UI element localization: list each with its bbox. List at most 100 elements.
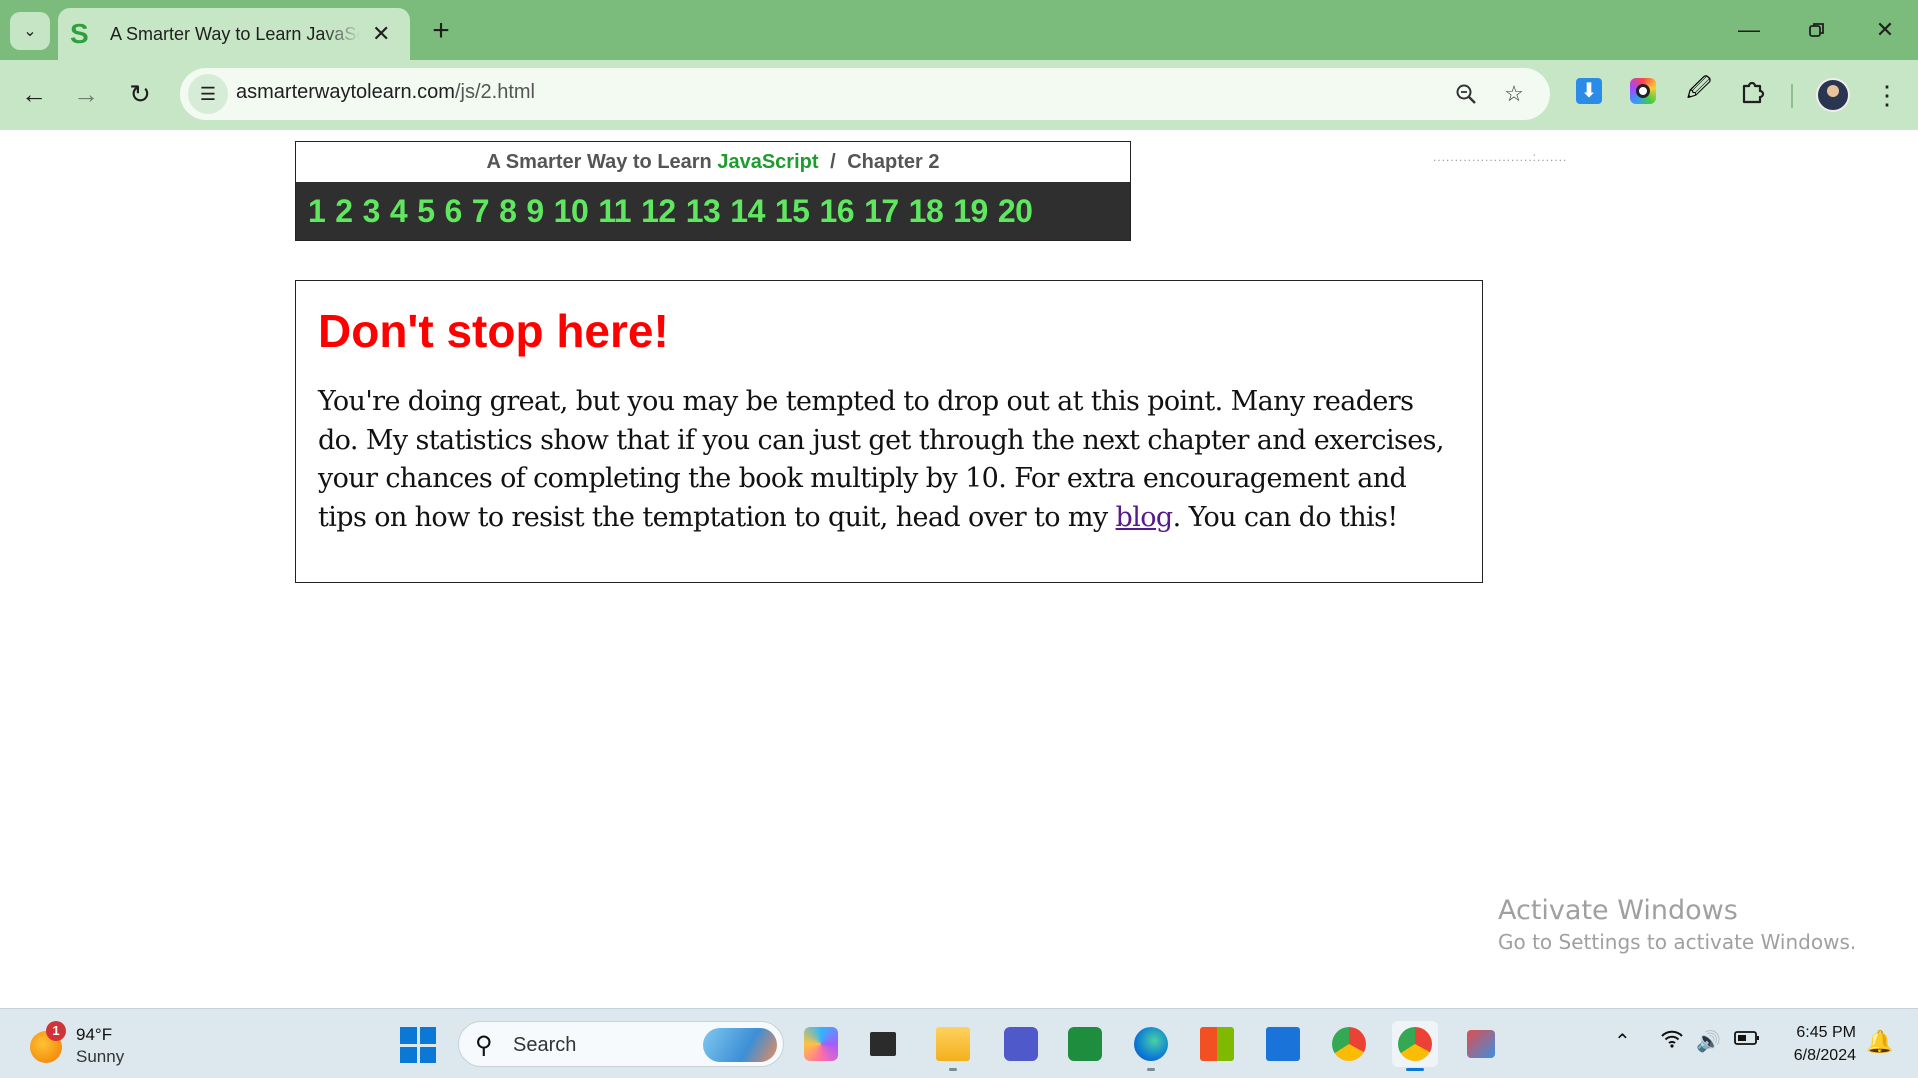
bookmark-star-icon[interactable]: ☆ (1498, 78, 1530, 110)
chapter-link-12[interactable]: 12 (641, 193, 676, 230)
system-clock[interactable]: 6:45 PM 6/8/2024 (1778, 1021, 1856, 1067)
restore-button[interactable] (1792, 10, 1842, 50)
weather-condition: Sunny (76, 1047, 125, 1066)
search-icon: ⚲ (475, 1032, 493, 1059)
chapter-link-20[interactable]: 20 (998, 193, 1033, 230)
chevron-down-icon: ⌄ (23, 23, 37, 40)
tab-search-button[interactable]: ⌄ (10, 12, 50, 50)
url-domain: asmarterwaytolearn.com (236, 81, 455, 103)
chapter-link-7[interactable]: 7 (472, 193, 490, 230)
site-info-icon[interactable]: ☰ (188, 74, 228, 114)
windows-logo-pane (400, 1046, 417, 1063)
taskbar: 1 94°F Sunny ⚲ Search ⌃ 🔊 6:45 PM 6/8/20… (0, 1008, 1918, 1078)
watermark-subtitle: Go to Settings to activate Windows. (1498, 930, 1857, 954)
chapter-link-1[interactable]: 1 (308, 193, 326, 230)
chapter-link-19[interactable]: 19 (953, 193, 988, 230)
classroom-app-icon[interactable] (1062, 1021, 1108, 1067)
windows-logo-pane (419, 1027, 436, 1044)
close-tab-icon[interactable]: ✕ (372, 21, 390, 47)
weather-widget[interactable]: 1 94°F Sunny (26, 1021, 156, 1069)
chapter-link-3[interactable]: 3 (363, 193, 381, 230)
chapter-link-10[interactable]: 10 (554, 193, 589, 230)
close-window-button[interactable]: ✕ (1860, 10, 1910, 50)
wifi-icon[interactable] (1660, 1029, 1684, 1055)
promo-text-after: . You can do this! (1172, 501, 1399, 533)
chapter-label: Chapter 2 (847, 151, 940, 173)
watermark-title: Activate Windows (1498, 895, 1738, 926)
site-favicon-icon: S (70, 18, 89, 49)
ad-placeholder: .......................:....... (1433, 150, 1568, 164)
running-indicator (949, 1068, 957, 1071)
chapter-link-14[interactable]: 14 (730, 193, 765, 230)
chapter-link-17[interactable]: 17 (864, 193, 899, 230)
snipping-tool-icon[interactable] (1458, 1021, 1504, 1067)
browser-toolbar: ← → ↻ ☰ asmarterwaytolearn.com/js/2.html… (0, 60, 1918, 130)
mail-app-icon[interactable] (1260, 1021, 1306, 1067)
address-bar[interactable]: ☰ asmarterwaytolearn.com/js/2.html ☆ (180, 68, 1550, 120)
taskbar-search[interactable]: ⚲ Search (458, 1021, 784, 1067)
back-button[interactable]: ← (14, 74, 54, 114)
chapter-link-13[interactable]: 13 (686, 193, 721, 230)
show-hidden-icons-chevron-icon[interactable]: ⌃ (1614, 1029, 1631, 1054)
copilot-preview-app-icon[interactable] (798, 1021, 844, 1067)
windows-logo-pane (400, 1027, 417, 1044)
forward-button[interactable]: → (66, 74, 106, 114)
chapter-link-16[interactable]: 16 (819, 193, 854, 230)
url-text[interactable]: asmarterwaytolearn.com/js/2.html (236, 81, 535, 104)
tab-strip: ⌄ S A Smarter Way to Learn JavaScript ✕ … (0, 0, 1918, 60)
promo-heading: Don't stop here! (318, 305, 669, 357)
book-title: A Smarter Way to Learn JavaScript / Chap… (296, 142, 1130, 182)
active-tab[interactable]: S A Smarter Way to Learn JavaScript ✕ (58, 8, 410, 60)
chapter-header: A Smarter Way to Learn JavaScript / Chap… (295, 141, 1131, 241)
notification-badge: 1 (46, 1021, 66, 1041)
download-extension-icon[interactable]: ⬇ (1572, 74, 1606, 108)
minimize-button[interactable]: — (1724, 10, 1774, 50)
active-indicator (1406, 1068, 1424, 1071)
profile-avatar[interactable] (1816, 78, 1850, 112)
battery-icon[interactable] (1734, 1029, 1760, 1052)
chrome-browser-icon[interactable] (1326, 1021, 1372, 1067)
blog-link[interactable]: blog (1116, 502, 1174, 533)
clock-time: 6:45 PM (1796, 1024, 1856, 1041)
toolbar-divider (1791, 84, 1793, 108)
chapter-link-5[interactable]: 5 (417, 193, 435, 230)
url-path: /js/2.html (454, 81, 535, 103)
task-view-app-icon[interactable] (860, 1021, 906, 1067)
teams-app-icon[interactable] (998, 1021, 1044, 1067)
chapter-link-4[interactable]: 4 (390, 193, 408, 230)
volume-icon[interactable]: 🔊 (1696, 1029, 1721, 1054)
microsoft-store-icon[interactable] (1194, 1021, 1240, 1067)
chapter-link-18[interactable]: 18 (909, 193, 944, 230)
title-separator: / (830, 151, 836, 173)
chapter-link-11[interactable]: 11 (598, 193, 631, 230)
promo-body: You're doing great, but you may be tempt… (318, 383, 1460, 537)
browser-menu-icon[interactable]: ⋮ (1872, 78, 1902, 112)
eyedropper-icon[interactable]: 🖉 (1682, 74, 1716, 108)
chrome-profile-icon[interactable] (1392, 1021, 1438, 1071)
reload-button[interactable]: ↻ (120, 74, 160, 114)
clock-date: 6/8/2024 (1793, 1047, 1856, 1064)
start-button[interactable] (400, 1027, 436, 1063)
search-highlight-art (703, 1028, 777, 1062)
chapter-link-8[interactable]: 8 (499, 193, 517, 230)
weather-temperature: 94°F (76, 1025, 113, 1044)
chapter-link-6[interactable]: 6 (444, 193, 462, 230)
color-extension-icon[interactable] (1626, 74, 1660, 108)
title-prefix: A Smarter Way to Learn (486, 151, 712, 173)
activate-windows-watermark: Activate Windows Go to Settings to activ… (1498, 895, 1856, 954)
notification-bell-icon[interactable]: 🔔 (1866, 1029, 1893, 1055)
chapter-link-15[interactable]: 15 (775, 193, 810, 230)
extensions-puzzle-icon[interactable] (1736, 74, 1770, 108)
file-explorer-icon[interactable] (930, 1021, 976, 1071)
windows-logo-pane (419, 1046, 436, 1063)
running-indicator (1147, 1068, 1155, 1071)
new-tab-button[interactable]: + (424, 14, 458, 48)
chapter-navigation: 1 2 3 4 5 6 7 8 9 10 11 12 13 14 15 16 17 18 19 20 (296, 182, 1130, 240)
zoom-icon[interactable] (1450, 78, 1482, 110)
chapter-link-2[interactable]: 2 (335, 193, 353, 230)
chapter-link-9[interactable]: 9 (526, 193, 544, 230)
title-javascript: JavaScript (717, 151, 819, 173)
edge-browser-icon[interactable] (1128, 1021, 1174, 1071)
tab-title: A Smarter Way to Learn JavaScript (110, 23, 360, 44)
encouragement-box: Don't stop here! You're doing great, but… (295, 280, 1483, 583)
